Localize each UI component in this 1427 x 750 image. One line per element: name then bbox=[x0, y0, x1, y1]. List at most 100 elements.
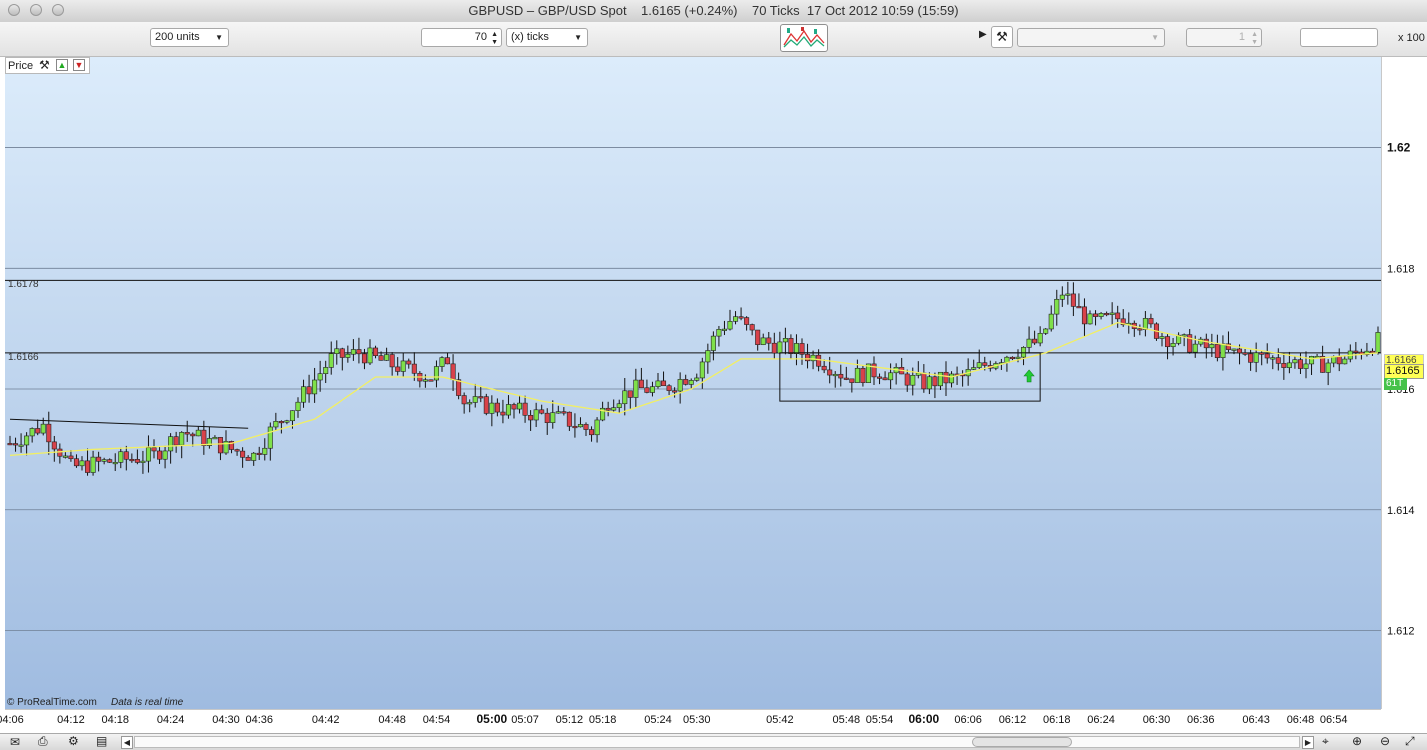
candle-up bbox=[832, 373, 838, 377]
candle-up bbox=[350, 349, 356, 355]
candle-down bbox=[982, 362, 988, 366]
candle-down bbox=[744, 317, 750, 325]
candle-up bbox=[1026, 338, 1032, 348]
candle-up bbox=[1021, 347, 1027, 358]
candle-up bbox=[1375, 332, 1381, 353]
candle-up bbox=[854, 367, 860, 383]
candle-up bbox=[1325, 362, 1331, 373]
candle-down bbox=[1165, 336, 1171, 348]
candle-up bbox=[1098, 313, 1104, 317]
candle-down bbox=[522, 402, 528, 416]
candle-up bbox=[1048, 313, 1054, 330]
scroll-right-icon[interactable]: ▶ bbox=[1302, 736, 1314, 749]
candle-down bbox=[373, 347, 379, 356]
candle-up bbox=[710, 335, 716, 351]
candle-down bbox=[1093, 313, 1099, 317]
time-tick-label: 06:30 bbox=[1143, 714, 1171, 726]
mail-icon[interactable]: ✉ bbox=[10, 735, 20, 749]
candles bbox=[7, 281, 1381, 476]
candle-up bbox=[616, 403, 622, 408]
candle-up bbox=[677, 379, 683, 392]
candle-up bbox=[760, 337, 766, 345]
candle-up bbox=[733, 316, 739, 322]
candle-up bbox=[433, 366, 439, 381]
candle-down bbox=[882, 377, 888, 381]
candle-up bbox=[489, 402, 495, 414]
candle-up bbox=[727, 321, 733, 330]
candle-up bbox=[505, 404, 511, 416]
candle-up bbox=[716, 329, 722, 337]
candle-up bbox=[367, 347, 373, 364]
candle-up bbox=[550, 412, 556, 423]
candle-up bbox=[1231, 348, 1237, 351]
candle-down bbox=[7, 443, 13, 446]
time-tick-label: 04:42 bbox=[312, 714, 340, 726]
price-panel-tab[interactable]: Price ⚒ ▲ ▼ bbox=[5, 57, 90, 74]
candle-up bbox=[289, 410, 295, 422]
candle-down bbox=[190, 433, 196, 437]
candle-down bbox=[1115, 312, 1121, 320]
candle-up bbox=[1220, 343, 1226, 358]
scrollbar-thumb[interactable] bbox=[972, 737, 1072, 747]
candle-down bbox=[51, 441, 57, 450]
candle-up bbox=[267, 426, 273, 449]
print-icon[interactable]: ⎙ bbox=[38, 734, 48, 749]
candle-up bbox=[1054, 298, 1060, 315]
copyright-note: © ProRealTime.com bbox=[7, 697, 97, 708]
zoom-out-icon[interactable]: ⊖ bbox=[1380, 734, 1390, 748]
candle-down bbox=[378, 355, 384, 361]
candle-up bbox=[90, 456, 96, 473]
time-tick-label: 06:36 bbox=[1187, 714, 1215, 726]
candle-down bbox=[1281, 363, 1287, 368]
candle-up bbox=[1309, 356, 1315, 365]
time-tick-label: 05:12 bbox=[556, 714, 584, 726]
candle-down bbox=[129, 458, 135, 462]
settings-icon[interactable]: ⚙ bbox=[68, 734, 79, 748]
candle-down bbox=[605, 407, 611, 411]
candle-down bbox=[943, 371, 949, 384]
candle-up bbox=[705, 350, 711, 363]
zoom-in-icon[interactable]: ⊕ bbox=[1352, 734, 1362, 748]
candle-up bbox=[810, 354, 816, 362]
horizontal-scrollbar[interactable] bbox=[134, 736, 1300, 748]
arrow-up-icon[interactable]: ▲ bbox=[56, 59, 68, 71]
candle-down bbox=[511, 404, 517, 410]
time-tick-label: 05:18 bbox=[589, 714, 617, 726]
candle-up bbox=[334, 348, 340, 354]
candle-up bbox=[40, 423, 46, 434]
candle-down bbox=[256, 452, 262, 455]
candle-down bbox=[1259, 352, 1265, 355]
candle-down bbox=[904, 373, 910, 386]
candle-down bbox=[306, 386, 312, 395]
scroll-left-icon[interactable]: ◀ bbox=[121, 736, 133, 749]
candle-up bbox=[1192, 343, 1198, 353]
level-label: 1.6166 bbox=[8, 352, 39, 363]
cursor-icon[interactable]: ⌖ bbox=[1322, 734, 1329, 749]
arrow-down-icon[interactable]: ▼ bbox=[73, 59, 85, 71]
notes-icon[interactable]: ▤ bbox=[96, 734, 107, 748]
candle-down bbox=[1214, 344, 1220, 358]
candle-down bbox=[738, 316, 744, 319]
grid-lines bbox=[5, 147, 1381, 631]
candle-down bbox=[361, 353, 367, 364]
candle-down bbox=[411, 363, 417, 374]
wrench-icon[interactable]: ⚒ bbox=[39, 58, 50, 72]
candle-down bbox=[234, 449, 240, 452]
candle-down bbox=[461, 395, 467, 405]
candle-up bbox=[926, 376, 932, 390]
candle-down bbox=[661, 380, 667, 387]
time-tick-label: 04:12 bbox=[57, 714, 85, 726]
candle-up bbox=[467, 402, 473, 405]
candle-up bbox=[1303, 363, 1309, 369]
time-tick-labels: 04:06 04:12 04:18 04:24 04:30 04:36 04:42 04:48… bbox=[0, 712, 1347, 726]
candle-down bbox=[1237, 348, 1243, 354]
candle-down bbox=[1369, 350, 1375, 353]
candle-down bbox=[107, 459, 113, 463]
candle-down bbox=[561, 411, 567, 414]
status-bar: ✉ ⎙ ⚙ ▤ ◀ ▶ ⌖ ⊕ ⊖ ⤢ bbox=[0, 733, 1427, 750]
fit-icon[interactable]: ⤢ bbox=[1405, 734, 1415, 749]
candle-down bbox=[1336, 356, 1342, 365]
candle-up bbox=[1065, 293, 1071, 296]
candle-up bbox=[649, 386, 655, 393]
candle-up bbox=[1159, 336, 1165, 339]
